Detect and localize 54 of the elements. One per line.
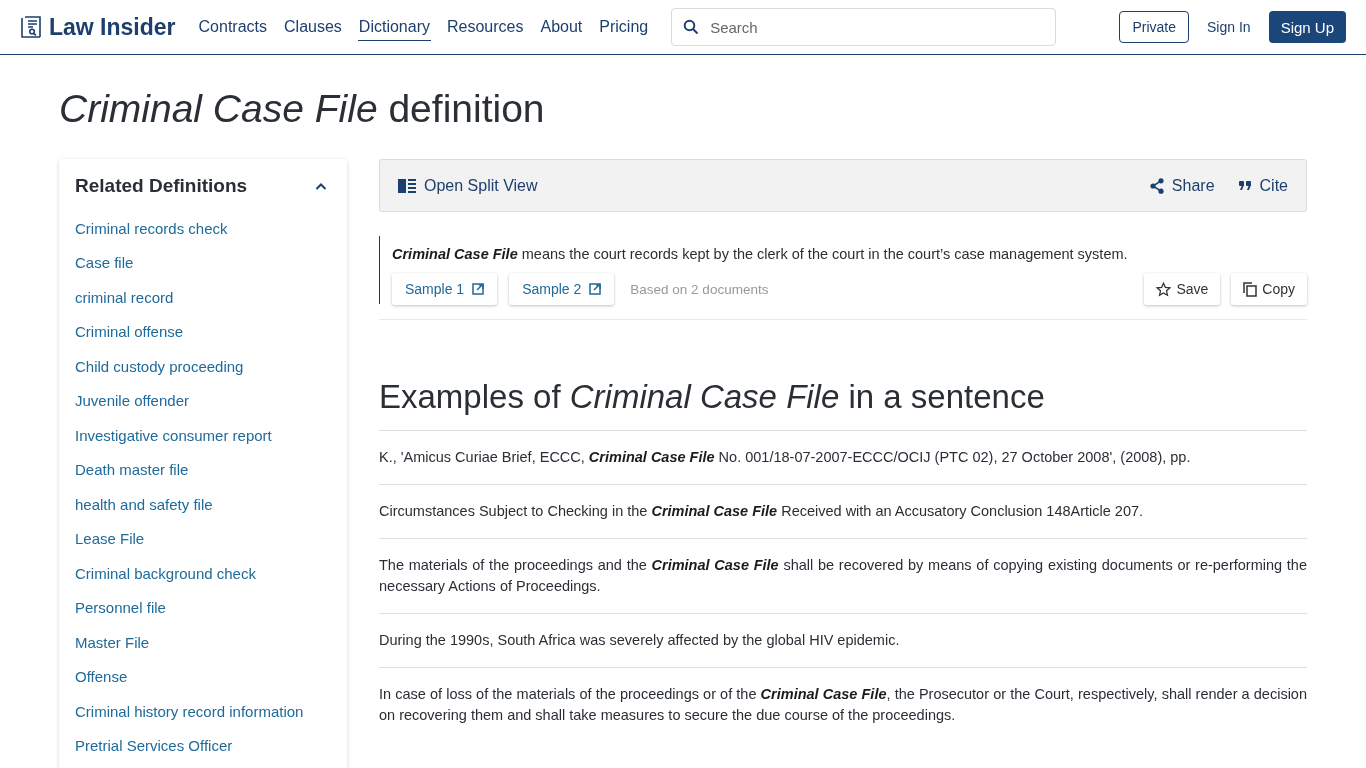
related-definition-link[interactable]: Criminal background check (75, 564, 256, 582)
related-definition-link[interactable]: Pretrial Services Officer (75, 737, 233, 755)
nav-link[interactable]: Clauses (283, 13, 343, 41)
related-definition-link[interactable]: Criminal offense (75, 323, 184, 341)
search-field[interactable]: Search (671, 8, 1057, 46)
split-view-icon (398, 178, 416, 193)
related-definition-link[interactable]: criminal record (75, 288, 174, 306)
examples-heading: Examples of Criminal Case File in a sentence (379, 378, 1046, 416)
nav-link[interactable]: About (539, 13, 584, 41)
quote-icon (1238, 180, 1252, 191)
sign-up-button[interactable]: Sign Up (1268, 11, 1346, 43)
sidebar-heading: Related Definitions (75, 175, 248, 197)
copy-icon (1243, 281, 1258, 297)
nav-link[interactable]: Contracts (197, 13, 268, 41)
related-definition-link[interactable]: health and safety file (75, 495, 213, 513)
related-definition-link[interactable]: Master File (75, 633, 150, 651)
related-definition-link[interactable]: Case file (75, 254, 134, 272)
nav-link[interactable]: Pricing (598, 13, 650, 41)
nav-link[interactable]: Resources (445, 13, 525, 41)
related-definition-link[interactable]: Criminal history record information (75, 702, 304, 720)
split-view-button[interactable]: Open Split View (398, 176, 538, 195)
example-sentence: In case of loss of the materials of the proceedings or of the Criminal Case File, the Prosecutor or the Court, respectively, shall render a decision on recovering them and shall take measures to secure the due course of the proceedings. (379, 685, 1307, 725)
example-sentence: Circumstances Subject to Checking in the Criminal Case File Received with an Accusatory Conclusion 148Article 207. (379, 502, 1145, 521)
related-definition-link[interactable]: Lease File (75, 530, 145, 548)
external-link-icon (472, 283, 485, 295)
cite-button[interactable]: Cite (1238, 176, 1288, 195)
logo-link[interactable]: Law Insider (20, 13, 176, 41)
copy-button[interactable]: Copy (1231, 273, 1307, 305)
example-sentence: The materials of the proceedings and the Criminal Case File shall be recovered by means of copying existing documents or re-performing the necessary Actions of Proceedings. (379, 556, 1307, 596)
nav-link[interactable]: Dictionary (357, 13, 431, 41)
related-definition-link[interactable]: Personnel file (75, 599, 166, 617)
search-icon (683, 19, 700, 35)
private-button[interactable]: Private (1119, 11, 1190, 43)
share-button[interactable]: Share (1149, 176, 1215, 195)
definition-text: Criminal Case File means the court records kept by the clerk of the court in the court’s case management system. (392, 245, 1129, 264)
related-definition-link[interactable]: Investigative consumer report (75, 426, 272, 444)
page-title: Criminal Case File definition (59, 86, 546, 132)
example-sentence: K., 'Amicus Curiae Brief, ECCC, Criminal Case File No. 001/18-07-2007-ECCC/OCIJ (PTC 02), 27 October 2008', (2008), pp. (379, 448, 1192, 467)
save-button[interactable]: Save (1144, 273, 1221, 305)
share-icon (1149, 177, 1164, 194)
related-definition-link[interactable]: Criminal records check (75, 219, 228, 237)
related-definition-link[interactable]: Offense (75, 668, 128, 686)
star-icon (1156, 281, 1172, 297)
related-definition-link[interactable]: Juvenile offender (75, 392, 189, 410)
sample-link[interactable]: Sample 1 (392, 273, 498, 305)
related-definition-link[interactable]: Child custody proceeding (75, 357, 244, 375)
sign-in-button[interactable]: Sign In (1203, 11, 1255, 43)
document-search-icon (20, 15, 43, 39)
sample-link[interactable]: Sample 2 (509, 273, 615, 305)
example-sentence: During the 1990s, South Africa was severely affected by the global HIV epidemic. (379, 631, 901, 650)
source-note: Based on 2 documents (630, 281, 769, 297)
related-definition-link[interactable]: Death master file (75, 461, 189, 479)
external-link-icon (589, 283, 602, 295)
chevron-up-icon (315, 182, 327, 190)
